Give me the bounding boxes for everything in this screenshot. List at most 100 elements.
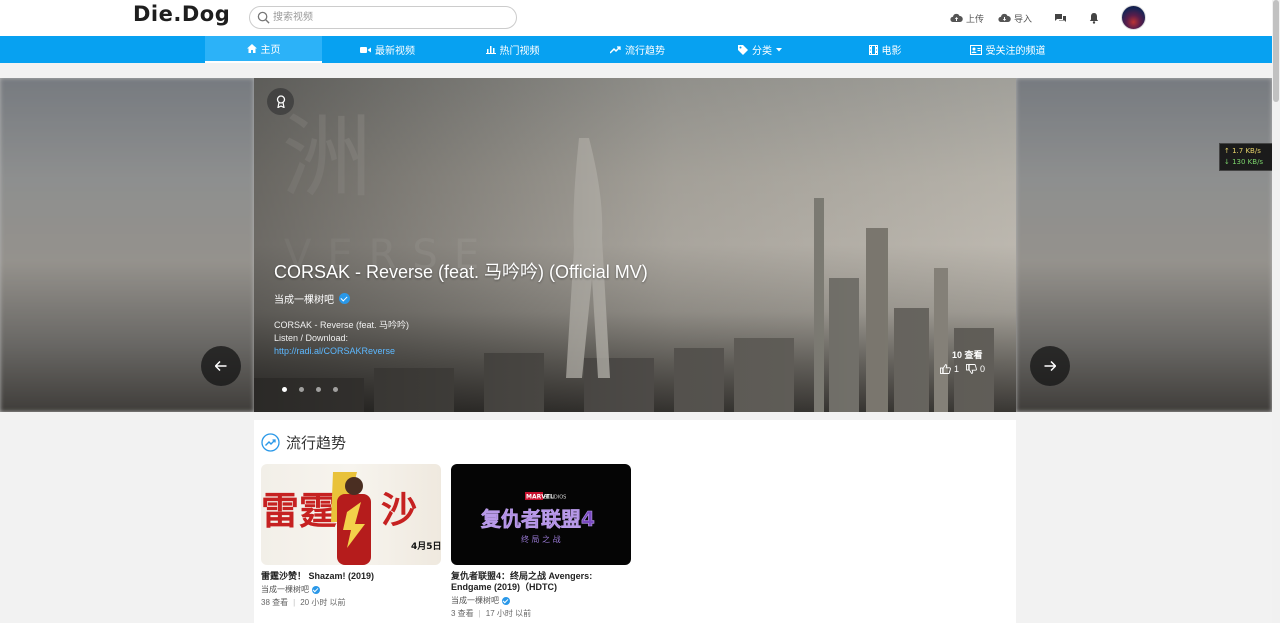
slide-channel[interactable]: 当成一棵树吧 xyxy=(274,291,350,306)
verified-icon xyxy=(339,293,350,304)
trending-section: 流行趋势 雷霆 沙 4月5日 雷霆沙赞！ Shazam! (2019) 当成一棵… xyxy=(254,420,1016,623)
svg-text:复仇者联盟4: 复仇者联盟4 xyxy=(480,507,595,531)
svg-text:雷霆: 雷霆 xyxy=(261,489,337,533)
video-channel-name: 当成一棵树吧 xyxy=(261,585,309,594)
search-icon xyxy=(257,11,270,24)
nav-item-trending[interactable]: 流行趋势 xyxy=(600,36,675,63)
svg-text:沙: 沙 xyxy=(381,490,417,531)
arrow-left-icon xyxy=(215,361,227,371)
video-thumbnail[interactable]: 雷霆 沙 4月5日 xyxy=(261,464,441,565)
messages-button[interactable] xyxy=(1054,11,1067,25)
video-thumbnail[interactable]: MARVEL STUDIOS 复仇者联盟4 终 局 之 战 xyxy=(451,464,631,565)
dislike-count: 0 xyxy=(980,364,986,374)
nav-label-popular: 热门视频 xyxy=(499,46,540,57)
main-nav: 主页 最新视频 热门视频 流行趋势 分类 电影 受关注的频道 xyxy=(0,36,1272,63)
nav-label-home: 主页 xyxy=(260,45,281,56)
shazam-poster-art: 雷霆 沙 4月5日 xyxy=(261,472,441,565)
home-icon xyxy=(246,44,257,53)
video-meta: 3 查看 | 17 小时 以前 xyxy=(451,608,631,619)
featured-badge xyxy=(267,88,294,115)
nav-item-home[interactable]: 主页 xyxy=(205,36,322,63)
scrollbar-thumb[interactable] xyxy=(1273,0,1279,102)
download-speed: ↓ 130 KB/s xyxy=(1224,158,1264,166)
verified-icon xyxy=(502,596,510,605)
carousel-indicators xyxy=(282,387,338,392)
import-button[interactable]: 导入 xyxy=(998,11,1032,25)
nav-item-channels[interactable]: 受关注的频道 xyxy=(960,36,1055,63)
carousel-slide[interactable]: 洲 VERSE CORSAK - Reverse (feat. 马吟吟) (Of… xyxy=(254,78,1016,412)
thumbs-up-icon[interactable] xyxy=(940,364,951,374)
trending-title: 流行趋势 xyxy=(286,435,347,452)
nav-item-movies[interactable]: 电影 xyxy=(855,36,915,63)
thumbs-down-icon[interactable] xyxy=(966,364,977,374)
video-channel[interactable]: 当成一棵树吧 xyxy=(451,595,631,606)
video-card[interactable]: MARVEL STUDIOS 复仇者联盟4 终 局 之 战 复仇者联盟4：终局之… xyxy=(451,464,631,619)
nav-item-popular[interactable]: 热门视频 xyxy=(475,36,550,63)
film-icon xyxy=(868,44,878,55)
carousel-dot[interactable] xyxy=(299,387,304,392)
video-camera-icon xyxy=(360,46,371,53)
tag-icon xyxy=(738,44,748,55)
slide-description: CORSAK - Reverse (feat. 马吟吟) Listen / Do… xyxy=(274,319,409,358)
search-box[interactable] xyxy=(249,6,517,29)
carousel-prev-button[interactable] xyxy=(201,346,241,386)
bar-chart-icon xyxy=(485,46,496,54)
video-channel[interactable]: 当成一棵树吧 xyxy=(261,584,441,595)
page-scrollbar[interactable] xyxy=(1272,0,1280,623)
slide-channel-name: 当成一棵树吧 xyxy=(274,295,334,306)
video-title[interactable]: 复仇者联盟4：终局之战 Avengers: Endgame (2019)（HDT… xyxy=(451,571,631,593)
network-speed-widget: ↑ 1.7 KB/s ↓ 130 KB/s xyxy=(1219,143,1275,171)
channel-icon xyxy=(969,44,982,55)
top-header: Die.Dog 上传 导入 xyxy=(0,0,1272,36)
video-views: 38 查看 xyxy=(261,598,289,607)
carousel-next-button[interactable] xyxy=(1030,346,1070,386)
nav-label-movies: 电影 xyxy=(881,46,902,57)
cloud-upload-icon xyxy=(950,13,963,22)
verified-icon xyxy=(312,585,320,594)
trending-heading[interactable]: 流行趋势 xyxy=(261,432,346,453)
video-meta: 38 查看 | 20 小时 以前 xyxy=(261,597,441,608)
video-time: 17 小时 以前 xyxy=(485,609,532,618)
nav-item-latest[interactable]: 最新视频 xyxy=(350,36,425,63)
caret-down-icon xyxy=(776,47,782,51)
user-avatar[interactable] xyxy=(1121,5,1146,30)
slide-title[interactable]: CORSAK - Reverse (feat. 马吟吟) (Official M… xyxy=(274,258,648,284)
nav-label-channels: 受关注的频道 xyxy=(985,46,1046,57)
avengers-poster-art: MARVEL STUDIOS 复仇者联盟4 终 局 之 战 xyxy=(480,492,595,544)
video-time: 20 小时 以前 xyxy=(300,598,346,607)
svg-text:STUDIOS: STUDIOS xyxy=(544,495,566,501)
nav-item-categories[interactable]: 分类 xyxy=(730,36,790,63)
slide-desc-line1: CORSAK - Reverse (feat. 马吟吟) xyxy=(274,320,410,330)
nav-label-trending: 流行趋势 xyxy=(625,46,665,57)
bell-icon xyxy=(1089,13,1099,24)
search-input[interactable] xyxy=(273,9,503,26)
nav-label-latest: 最新视频 xyxy=(375,46,415,57)
cloud-download-icon xyxy=(998,13,1011,22)
carousel-dot[interactable] xyxy=(316,387,321,392)
slide-desc-line2: Listen / Download: xyxy=(274,333,349,343)
video-card[interactable]: 雷霆 沙 4月5日 雷霆沙赞！ Shazam! (2019) 当成一棵树吧 38… xyxy=(261,464,441,608)
meta-separator: | xyxy=(293,598,296,607)
arrow-right-icon xyxy=(1044,361,1056,371)
upload-speed: ↑ 1.7 KB/s xyxy=(1224,147,1261,155)
featured-carousel: 洲 VERSE CORSAK - Reverse (feat. 马吟吟) (Of… xyxy=(0,78,1272,412)
slide-view-count: 10 查看 xyxy=(952,350,983,360)
notifications-button[interactable] xyxy=(1088,11,1100,25)
upload-button[interactable]: 上传 xyxy=(950,11,984,25)
carousel-dot[interactable] xyxy=(282,387,287,392)
svg-text:4月5日: 4月5日 xyxy=(411,541,441,552)
video-channel-name: 当成一棵树吧 xyxy=(451,596,499,605)
meta-separator: | xyxy=(478,609,481,618)
slide-desc-link[interactable]: http://radi.al/CORSAKReverse xyxy=(274,345,409,358)
like-count: 1 xyxy=(954,364,960,374)
slide-rating: 1 0 xyxy=(940,364,985,374)
trending-circle-icon xyxy=(261,433,280,452)
nav-label-categories: 分类 xyxy=(752,46,772,57)
video-title[interactable]: 雷霆沙赞！ Shazam! (2019) xyxy=(261,571,441,582)
site-logo[interactable]: Die.Dog xyxy=(133,2,230,26)
video-views: 3 查看 xyxy=(451,609,474,618)
chat-icon xyxy=(1055,13,1066,22)
svg-text:终 局 之 战: 终 局 之 战 xyxy=(521,534,561,544)
slide-gradient-overlay xyxy=(254,78,1016,412)
carousel-dot[interactable] xyxy=(333,387,338,392)
